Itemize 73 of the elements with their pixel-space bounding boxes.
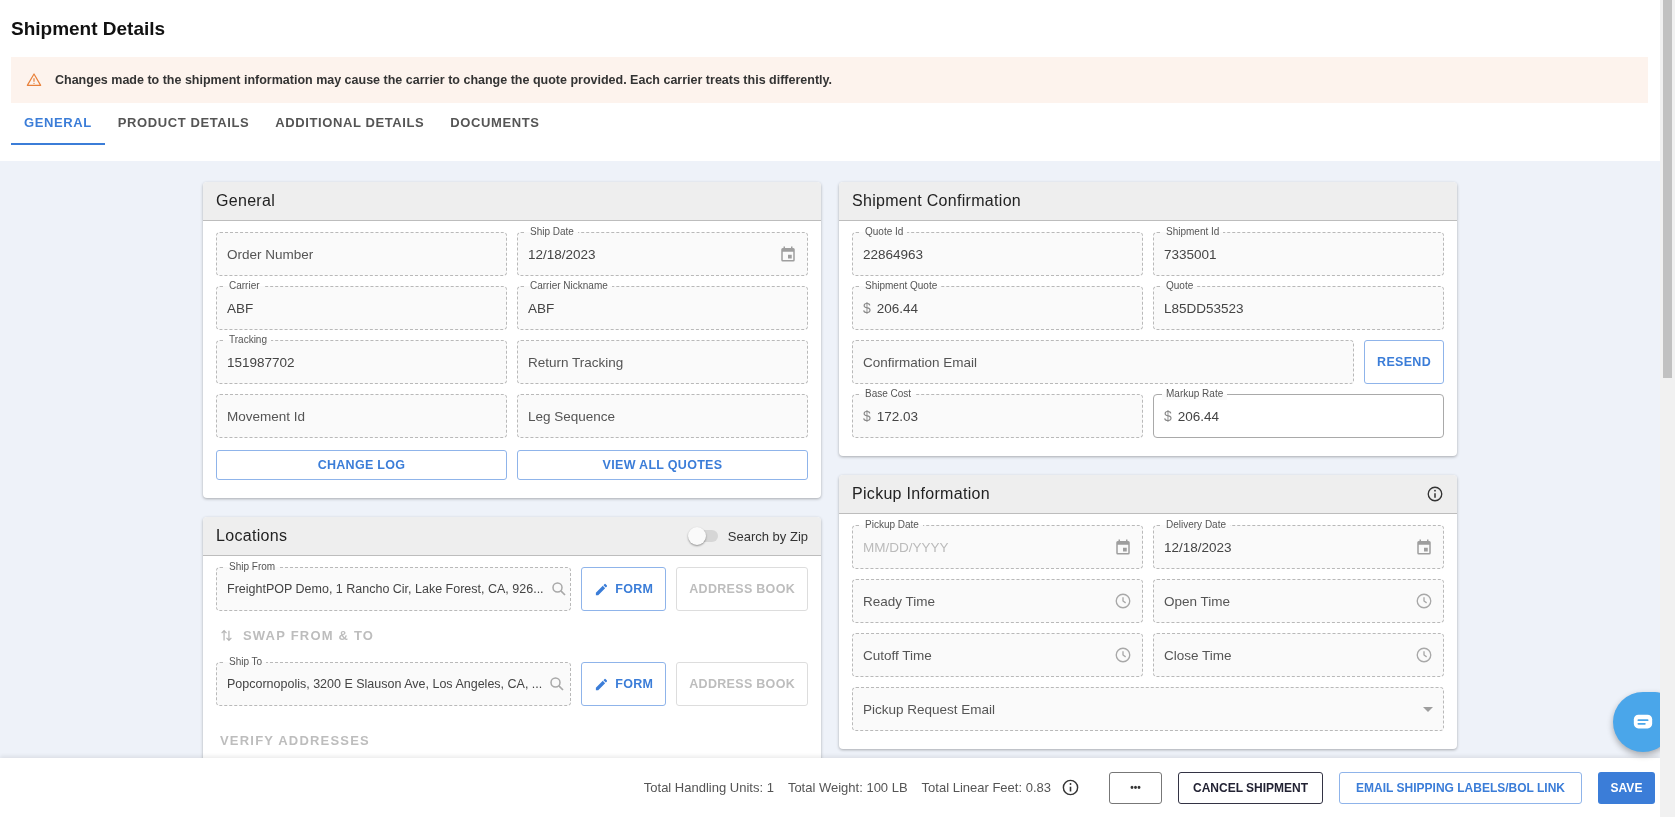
field-placeholder: Confirmation Email xyxy=(863,354,978,370)
field-value: 206.44 xyxy=(1177,408,1220,424)
field-label: Ship To xyxy=(225,656,267,668)
tab[interactable]: GENERAL xyxy=(11,103,105,145)
action-button[interactable]: VIEW ALL QUOTES xyxy=(517,450,808,480)
field-value: 7335001 xyxy=(1164,246,1217,262)
field-label: Ship Date xyxy=(526,226,578,238)
field-label: Pickup Date xyxy=(861,519,923,531)
pencil-icon xyxy=(594,581,610,597)
field-label: Carrier Nickname xyxy=(526,280,612,292)
field-label: Quote xyxy=(1162,280,1198,292)
field-placeholder: Close Time xyxy=(1164,647,1232,663)
field-value: 22864963 xyxy=(863,246,924,262)
chat-button[interactable] xyxy=(1613,692,1660,752)
card-title: Shipment Confirmation xyxy=(852,192,1022,210)
warning-text: Changes made to the shipment information may cause the carrier to change the quote provided. Each carrier treats this differently. xyxy=(55,73,833,87)
field-label: Shipment Quote xyxy=(861,280,942,292)
currency-symbol: $ xyxy=(863,300,871,316)
action-button[interactable]: CHANGE LOG xyxy=(216,450,507,480)
field-placeholder: Open Time xyxy=(1164,593,1231,609)
field-value: FreightPOP Demo, 1 Rancho Cir, Lake Forest, CA, 926... xyxy=(227,582,544,596)
field-value: 206.44 xyxy=(876,300,919,316)
swap-arrows-icon xyxy=(220,629,233,642)
form-button[interactable]: FORM xyxy=(581,567,667,611)
field-placeholder: Order Number xyxy=(227,246,314,262)
currency-symbol: $ xyxy=(1164,408,1172,424)
page-title: Shipment Details xyxy=(11,17,167,41)
field-placeholder: Return Tracking xyxy=(528,354,624,370)
more-button[interactable]: ••• xyxy=(1108,771,1162,804)
toggle-switch[interactable] xyxy=(689,530,718,542)
field-placeholder: Pickup Request Email xyxy=(863,701,996,717)
field-label: Delivery Date xyxy=(1162,519,1231,531)
field-placeholder: Movement Id xyxy=(227,408,306,424)
total-summary: Total Linear Feet: 0.83 xyxy=(921,780,1051,795)
field-value: L85DD53523 xyxy=(1164,300,1244,316)
scrollbar[interactable] xyxy=(1660,0,1675,817)
warning-icon xyxy=(26,72,42,88)
field-label: Shipment Id xyxy=(1162,226,1224,238)
field-placeholder: Cutoff Time xyxy=(863,647,932,663)
field-value: 12/18/2023 xyxy=(528,246,596,262)
field-label: Tracking xyxy=(225,334,271,346)
field-label: Base Cost xyxy=(861,388,916,400)
tab[interactable]: ADDITIONAL DETAILS xyxy=(262,103,438,145)
form-button[interactable]: FORM xyxy=(581,662,667,706)
tab[interactable]: PRODUCT DETAILS xyxy=(104,103,263,145)
total-summary: Total Weight: 100 LB xyxy=(787,780,908,795)
field-value: ABF xyxy=(227,300,254,316)
action-button[interactable]: EMAIL SHIPPING LABELS/BOL LINK xyxy=(1339,771,1582,804)
info-icon[interactable] xyxy=(1060,778,1080,797)
field-label: Carrier xyxy=(225,280,264,292)
field-value: Popcornopolis, 3200 E Slauson Ave, Los Angeles, CA, ... xyxy=(227,677,543,691)
field-placeholder: Leg Sequence xyxy=(528,408,616,424)
info-icon[interactable] xyxy=(1426,485,1444,503)
field-value: 12/18/2023 xyxy=(1164,539,1232,555)
action-button[interactable]: CANCEL SHIPMENT xyxy=(1177,771,1324,804)
card-title: Pickup Information xyxy=(852,485,990,503)
field-label: Quote Id xyxy=(861,226,908,238)
pencil-icon xyxy=(594,676,610,692)
field-label: Ship From xyxy=(225,561,280,573)
field-value: 172.03 xyxy=(876,408,919,424)
card-title: General xyxy=(216,192,276,210)
field-placeholder: Ready Time xyxy=(863,593,936,609)
tab[interactable]: DOCUMENTS xyxy=(437,103,553,145)
currency-symbol: $ xyxy=(863,408,871,424)
action-button[interactable]: RESEND xyxy=(1364,340,1444,384)
field-value: ABF xyxy=(528,300,555,316)
toggle-label: Search by Zip xyxy=(727,528,808,544)
total-summary: Total Handling Units: 1 xyxy=(643,780,774,795)
field-label: Markup Rate xyxy=(1162,388,1228,400)
save-button[interactable]: SAVE xyxy=(1598,771,1655,804)
field-placeholder: MM/DD/YYYY xyxy=(863,539,949,555)
field-value: 151987702 xyxy=(227,354,295,370)
card-title: Locations xyxy=(216,527,288,545)
